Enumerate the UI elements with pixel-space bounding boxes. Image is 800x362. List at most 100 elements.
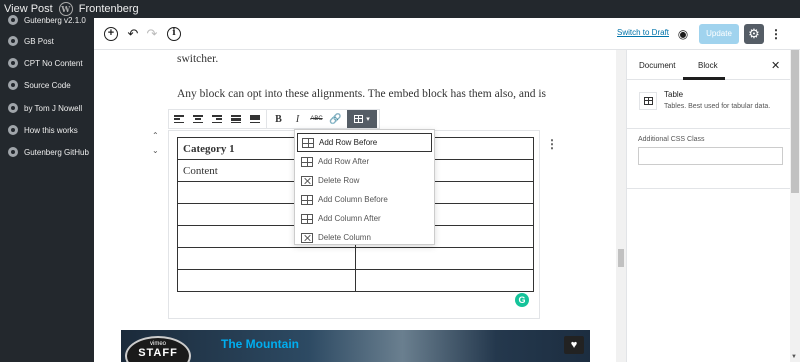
video-embed[interactable]: vimeo STAFF The Mountain ♥ — [121, 330, 590, 362]
sidebar-item-label: Gutenberg v2.1.0 — [24, 15, 86, 25]
sidebar-item-cpt-no-content[interactable]: CPT No Content — [0, 56, 94, 70]
sidebar-item-gutenberg-version[interactable]: Gutenberg v2.1.0 — [0, 13, 94, 27]
additional-css-class-input[interactable] — [638, 147, 783, 165]
block-card: Table Tables. Best used for tabular data… — [627, 81, 791, 129]
block-card-title: Table — [664, 90, 684, 99]
menu-item-add-column-after[interactable]: Add Column After — [297, 209, 432, 228]
table-edit-menu: Add Row Before Add Row After Delete Row … — [294, 129, 435, 245]
scroll-down-arrow-icon[interactable]: ▼ — [791, 354, 797, 360]
sidebar-bullet-icon — [8, 125, 18, 135]
sidebar-bullet-icon — [8, 58, 18, 68]
delete-column-icon — [301, 232, 313, 243]
canvas-scrollbar-thumb[interactable] — [618, 249, 624, 267]
link-icon[interactable]: 🔗 — [326, 110, 345, 128]
switch-to-draft-link[interactable]: Switch to Draft — [617, 28, 669, 37]
sidebar-item-gutenberg-github[interactable]: Gutenberg GitHub — [0, 145, 94, 159]
left-sidebar: Gutenberg v2.1.0 GB Post CPT No Content … — [0, 15, 94, 362]
chevron-down-icon: ▾ — [366, 116, 370, 123]
menu-item-label: Add Row After — [318, 157, 370, 166]
table-row — [177, 269, 534, 292]
sidebar-bullet-icon — [8, 15, 18, 25]
sidebar-bullet-icon — [8, 147, 18, 157]
menu-item-delete-column[interactable]: Delete Column — [297, 228, 432, 247]
settings-gear-icon[interactable]: ⚙ — [744, 24, 764, 44]
settings-sidebar: Document Block ✕ Table Tables. Best used… — [626, 50, 791, 362]
sidebar-item-label: How this works — [24, 125, 78, 135]
block-more-options-icon[interactable]: ⋮ — [546, 138, 558, 150]
add-row-before-icon — [302, 137, 314, 148]
sidebar-item-label: Gutenberg GitHub — [24, 147, 89, 157]
table-row — [177, 247, 534, 270]
menu-item-label: Delete Row — [318, 176, 360, 185]
sidebar-bullet-icon — [8, 80, 18, 90]
more-options-icon[interactable]: ⋮ — [770, 26, 782, 42]
redo-icon[interactable]: ↷ — [145, 27, 159, 41]
move-up-icon[interactable]: ⌃ — [152, 131, 159, 140]
align-right-icon[interactable] — [207, 110, 226, 128]
badge-main-text: STAFF — [138, 347, 178, 359]
sidebar-item-label: by Tom J Nowell — [24, 103, 83, 113]
table-cell[interactable] — [177, 269, 356, 292]
sidebar-item-source-code[interactable]: Source Code — [0, 78, 94, 92]
table-cell[interactable] — [355, 247, 534, 270]
align-left-icon[interactable] — [169, 110, 188, 128]
menu-item-add-column-before[interactable]: Add Column Before — [297, 190, 432, 209]
editor-header: + ↶ ↷ i Switch to Draft ◉ Update ⚙ ⋮ — [94, 18, 800, 50]
additional-css-class-label: Additional CSS Class — [638, 136, 705, 143]
sidebar-item-author[interactable]: by Tom J Nowell — [0, 101, 94, 115]
sidebar-bullet-icon — [8, 36, 18, 46]
toolbar-divider — [266, 110, 267, 128]
align-center-icon[interactable] — [188, 110, 207, 128]
strikethrough-icon[interactable]: ABC — [307, 110, 326, 128]
menu-item-label: Add Column Before — [318, 195, 388, 204]
italic-icon[interactable]: I — [288, 110, 307, 128]
advanced-panel: Additional CSS Class — [627, 129, 791, 189]
page-scrollbar[interactable]: ▼ — [790, 50, 800, 362]
table-cell[interactable] — [355, 269, 534, 292]
move-down-icon[interactable]: ⌄ — [152, 146, 159, 155]
tab-block[interactable]: Block — [698, 61, 718, 70]
grammarly-icon[interactable]: G — [515, 293, 529, 307]
tab-document[interactable]: Document — [639, 61, 675, 70]
table-icon — [354, 115, 364, 123]
canvas-scrollbar[interactable] — [616, 50, 626, 362]
embed-title[interactable]: The Mountain — [221, 337, 299, 351]
table-icon — [639, 92, 657, 110]
delete-row-icon — [301, 175, 313, 186]
preview-eye-icon[interactable]: ◉ — [676, 27, 690, 41]
sidebar-item-label: Source Code — [24, 80, 71, 90]
align-wide-icon[interactable] — [226, 110, 245, 128]
sidebar-item-label: GB Post — [24, 36, 54, 46]
block-toolbar: B I ABC 🔗 ▾ — [168, 109, 380, 129]
menu-item-label: Add Column After — [318, 214, 381, 223]
page-scrollbar-thumb[interactable] — [791, 50, 799, 193]
heart-icon[interactable]: ♥ — [564, 336, 584, 354]
editor-canvas: switcher. Any block can opt into these a… — [94, 50, 624, 362]
table-edit-dropdown-button[interactable]: ▾ — [347, 110, 377, 128]
add-column-after-icon — [301, 213, 313, 224]
add-row-after-icon — [301, 156, 313, 167]
active-tab-indicator — [683, 77, 725, 80]
sidebar-item-gb-post[interactable]: GB Post — [0, 34, 94, 48]
menu-item-label: Add Row Before — [319, 138, 378, 147]
paragraph-block[interactable]: switcher. — [177, 53, 218, 65]
table-cell[interactable] — [177, 247, 356, 270]
bold-icon[interactable]: B — [269, 110, 288, 128]
menu-item-add-row-before[interactable]: Add Row Before — [297, 133, 432, 152]
update-button[interactable]: Update — [699, 24, 739, 44]
vimeo-staff-badge: vimeo STAFF — [125, 336, 191, 362]
menu-item-delete-row[interactable]: Delete Row — [297, 171, 432, 190]
settings-tabs: Document Block ✕ — [627, 50, 791, 80]
paragraph-block[interactable]: Any block can opt into these alignments.… — [177, 88, 546, 100]
align-full-icon[interactable] — [245, 110, 264, 128]
close-icon[interactable]: ✕ — [771, 59, 780, 72]
sidebar-item-how-this-works[interactable]: How this works — [0, 123, 94, 137]
add-block-icon[interactable]: + — [104, 27, 118, 41]
add-column-before-icon — [301, 194, 313, 205]
admin-bar: View Post W Frontenberg — [0, 0, 800, 18]
menu-item-label: Delete Column — [318, 233, 371, 242]
menu-item-add-row-after[interactable]: Add Row After — [297, 152, 432, 171]
undo-icon[interactable]: ↶ — [126, 27, 140, 41]
info-icon[interactable]: i — [167, 27, 181, 41]
block-card-description: Tables. Best used for tabular data. — [664, 103, 771, 110]
